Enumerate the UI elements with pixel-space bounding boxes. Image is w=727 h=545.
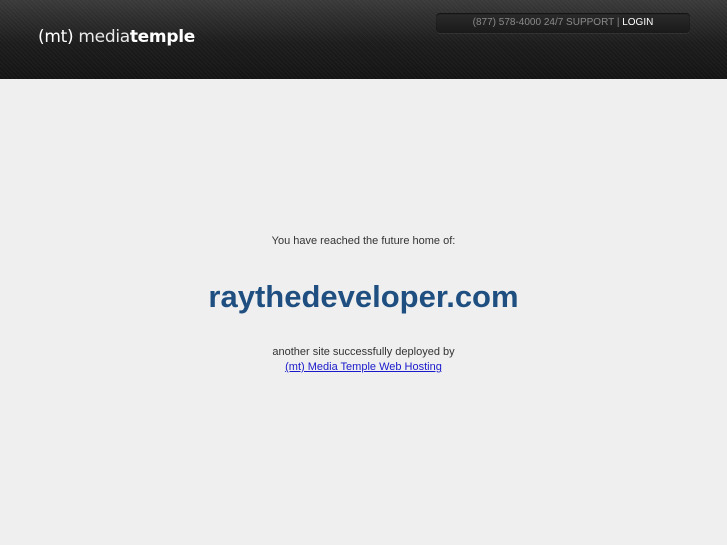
logo-mt: (mt) [38, 27, 74, 47]
login-link[interactable]: LOGIN [622, 17, 653, 28]
media-temple-hosting-link[interactable]: (mt) Media Temple Web Hosting [285, 361, 442, 373]
domain-title: raythedeveloper.com [208, 279, 519, 314]
logo-temple: temple [129, 27, 195, 47]
support-bar: (877) 578-4000 24/7 SUPPORT | LOGIN [436, 13, 690, 33]
deployed-by-text: another site successfully deployed by [272, 346, 455, 358]
logo-media: media [78, 27, 130, 47]
mediatemple-logo[interactable]: (mt) mediatemple [38, 26, 195, 48]
host-link-wrapper: (mt) Media Temple Web Hosting [0, 360, 727, 375]
support-phone: (877) 578-4000 24/7 SUPPORT [472, 17, 615, 28]
site-header: (mt) mediatemple (877) 578-4000 24/7 SUP… [0, 0, 727, 79]
intro-text: You have reached the future home of: [271, 235, 456, 247]
support-separator: | [616, 17, 620, 28]
